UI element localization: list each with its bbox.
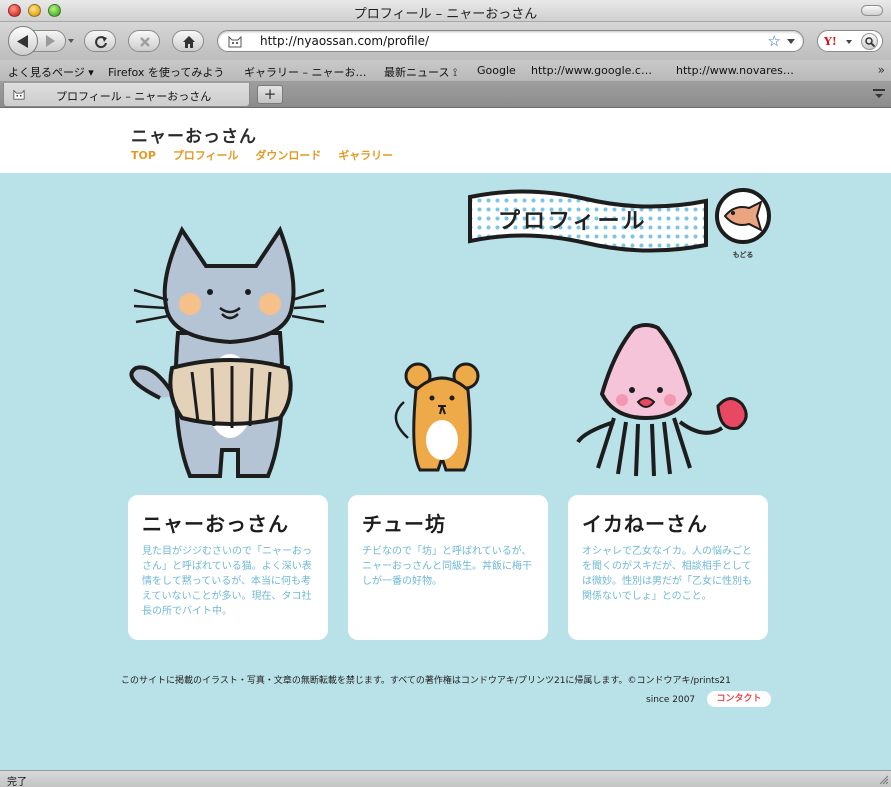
window-titlebar: プロフィール – ニャーおっさん — [0, 0, 891, 22]
profile-card-ika-neesan: イカねーさん オシャレで乙女なイカ。人の悩みごとを聞くのがスキだが、相談相手とし… — [568, 495, 768, 640]
site-nav: TOP プロフィール ダウンロード ギャラリー — [131, 147, 406, 163]
more-bookmarks-chevron-icon[interactable]: » — [878, 63, 885, 77]
yahoo-search-engine-icon[interactable]: Y! — [824, 35, 837, 48]
ika-neesan-squid-illustration — [576, 323, 748, 477]
nav-profile-link[interactable]: プロフィール — [173, 147, 239, 163]
site-favicon-icon — [228, 35, 242, 48]
search-button[interactable] — [861, 33, 878, 50]
navigation-toolbar: http://nyaossan.com/profile/ ☆ Y! — [0, 22, 891, 60]
nav-top-link[interactable]: TOP — [131, 149, 156, 162]
home-icon — [183, 36, 195, 48]
home-button[interactable] — [172, 30, 204, 52]
profile-card-chuubou: チュー坊 チビなので「坊」と呼ばれているが、ニャーおっさんと同級生。丼飯に梅干し… — [348, 495, 548, 640]
search-engine-dropdown-icon[interactable] — [846, 40, 852, 44]
url-text[interactable]: http://nyaossan.com/profile/ — [260, 34, 429, 48]
banner-title: プロフィール — [498, 209, 648, 234]
bookmark-google[interactable]: Google — [477, 64, 516, 77]
window-title: プロフィール – ニャーおっさん — [353, 7, 538, 22]
character-description: オシャレで乙女なイカ。人の悩みごとを聞くのがスキだが、相談相手としては微妙。性別… — [582, 546, 752, 602]
tab-profile[interactable]: プロフィール – ニャーおっさん — [3, 83, 250, 107]
nav-gallery-link[interactable]: ギャラリー — [338, 147, 393, 163]
history-dropdown-icon[interactable] — [68, 39, 74, 43]
nav-download-link[interactable]: ダウンロード — [255, 147, 321, 163]
back-button[interactable] — [8, 26, 38, 56]
magnifier-icon — [865, 37, 875, 47]
resize-grip-icon[interactable] — [878, 774, 889, 785]
back-label[interactable]: もどる — [728, 250, 758, 260]
character-description: 見た目がジジむさいので「ニャーおっさん」と呼ばれている猫。よく深い表情をして黙っ… — [142, 546, 312, 617]
status-text: 完了 — [7, 777, 27, 787]
bookmark-getting-started[interactable]: Firefox を使ってみよう — [108, 64, 224, 80]
address-bar[interactable]: http://nyaossan.com/profile/ ☆ — [217, 30, 804, 52]
nyaossan-cat-illustration — [129, 225, 327, 478]
toolbar-toggle-button[interactable] — [861, 5, 883, 16]
search-box[interactable]: Y! — [817, 30, 883, 52]
back-arrow-icon — [17, 35, 28, 48]
chuubou-mouse-illustration — [394, 362, 480, 472]
tab-strip: プロフィール – ニャーおっさん + — [0, 82, 891, 108]
bookmark-star-icon[interactable]: ☆ — [768, 33, 781, 49]
new-tab-button[interactable]: + — [257, 85, 283, 104]
tab-label: プロフィール – ニャーおっさん — [56, 90, 212, 103]
url-history-dropdown-icon[interactable] — [787, 39, 795, 44]
bookmark-google-url[interactable]: http://www.google.c… — [531, 64, 652, 77]
status-bar: 完了 — [0, 770, 891, 787]
forward-arrow-icon — [46, 35, 55, 47]
character-description: チビなので「坊」と呼ばれているが、ニャーおっさんと同級生。丼飯に梅干しが一番の好… — [362, 546, 532, 587]
character-name: ニャーおっさん — [142, 512, 289, 536]
site-header: ニャーおっさん TOP プロフィール ダウンロード ギャラリー — [0, 108, 891, 173]
bookmark-gallery[interactable]: ギャラリー – ニャーお… — [244, 64, 367, 80]
bookmark-latest-news[interactable]: 最新ニュース ⟟ — [384, 64, 457, 80]
tab-list-icon[interactable] — [871, 86, 887, 102]
stop-icon — [140, 37, 150, 47]
copyright-notice: このサイトに掲載のイラスト・写真・文章の無断転載を禁じます。すべての著作権はコン… — [121, 676, 731, 686]
bookmark-novares-url[interactable]: http://www.novares… — [676, 64, 794, 77]
contact-button[interactable]: コンタクト — [707, 691, 771, 707]
reload-icon — [95, 36, 107, 49]
bookmark-most-visited[interactable]: よく見るページ ▾ — [8, 64, 94, 80]
stop-button[interactable] — [128, 30, 160, 52]
since-text: since 2007 — [646, 695, 696, 705]
site-logo[interactable]: ニャーおっさん — [131, 122, 257, 147]
bookmarks-toolbar: よく見るページ ▾ Firefox を使ってみよう ギャラリー – ニャーお… … — [0, 60, 891, 82]
back-fish-button[interactable] — [715, 188, 771, 244]
tab-favicon-icon — [13, 89, 25, 100]
reload-button[interactable] — [84, 30, 116, 52]
profile-card-nyaossan: ニャーおっさん 見た目がジジむさいので「ニャーおっさん」と呼ばれている猫。よく深… — [128, 495, 328, 640]
character-name: チュー坊 — [362, 512, 446, 536]
character-name: イカねーさん — [582, 512, 708, 536]
